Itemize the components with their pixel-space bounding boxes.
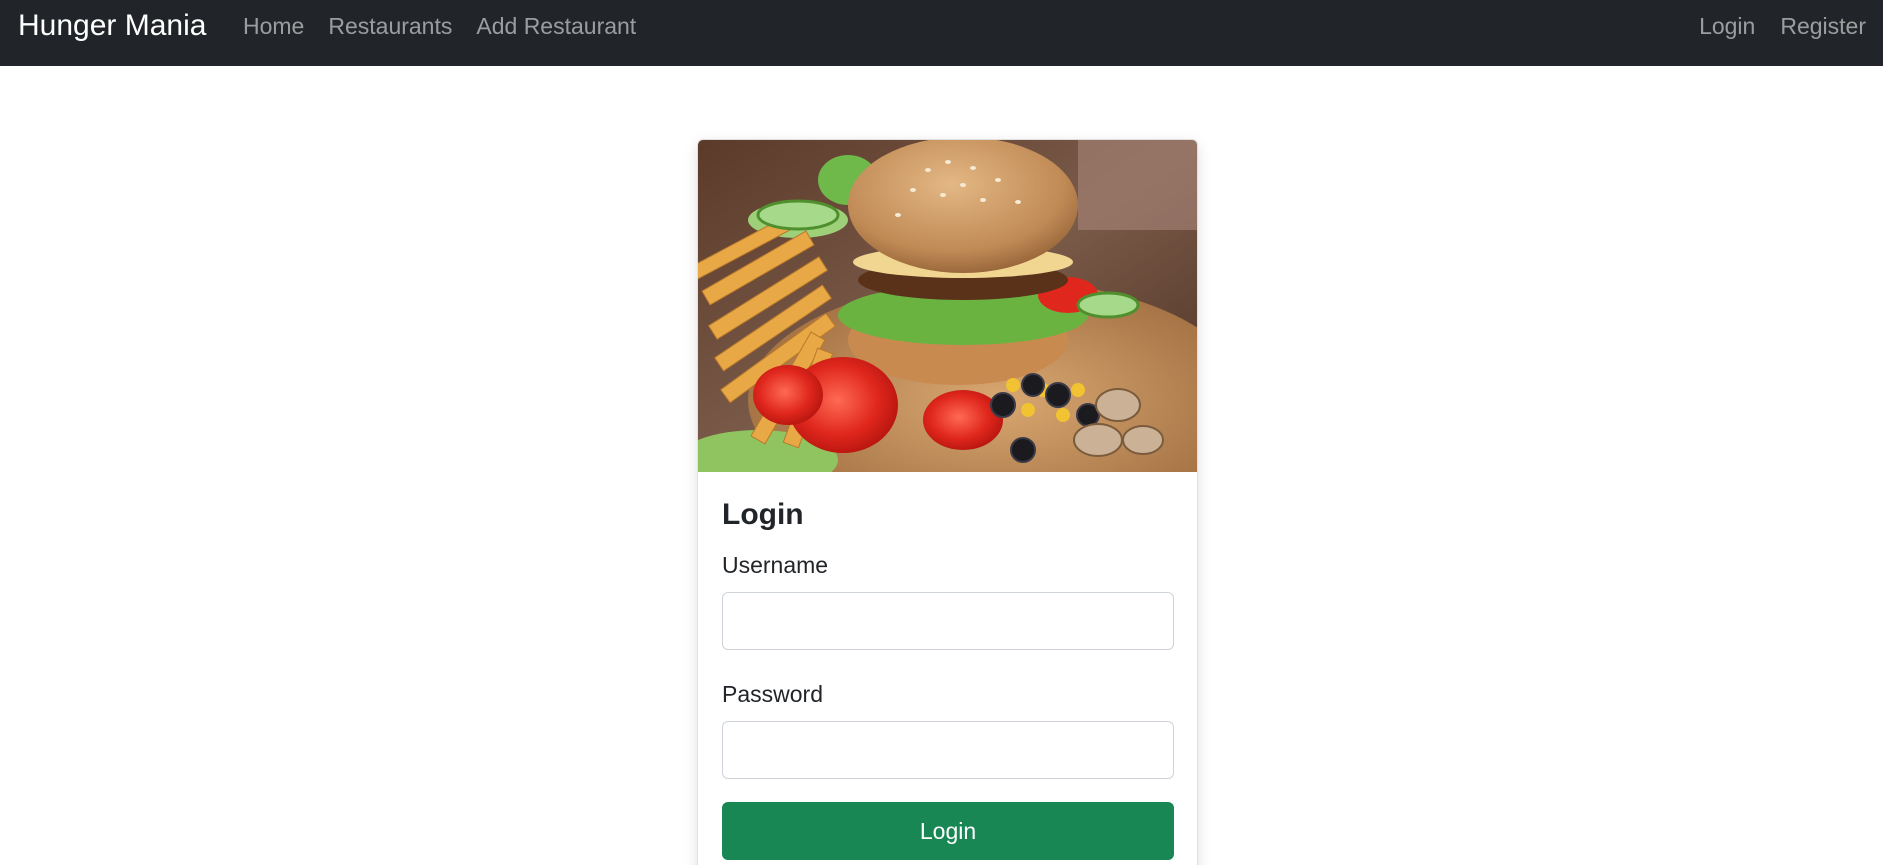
login-submit-button[interactable]: Login — [722, 802, 1174, 860]
brand-logo-link[interactable]: Hunger Mania — [18, 8, 206, 44]
top-navbar: Hunger Mania Home Restaurants Add Restau… — [0, 0, 1883, 66]
username-label: Username — [722, 552, 829, 578]
login-card: Login Username Password Login — [697, 139, 1198, 865]
login-title: Login — [722, 498, 804, 531]
password-input[interactable] — [722, 721, 1174, 779]
nav-link-add-restaurant[interactable]: Add Restaurant — [476, 10, 636, 42]
nav-link-home[interactable]: Home — [243, 10, 304, 42]
nav-links-left: Home Restaurants Add Restaurant — [243, 10, 660, 42]
nav-link-register[interactable]: Register — [1780, 10, 1866, 42]
nav-links-right: Login Register — [1674, 10, 1866, 42]
nav-link-login[interactable]: Login — [1699, 10, 1755, 42]
burger-food-image — [698, 140, 1197, 472]
nav-link-restaurants[interactable]: Restaurants — [328, 10, 452, 42]
username-input[interactable] — [722, 592, 1174, 650]
password-label: Password — [722, 681, 823, 707]
